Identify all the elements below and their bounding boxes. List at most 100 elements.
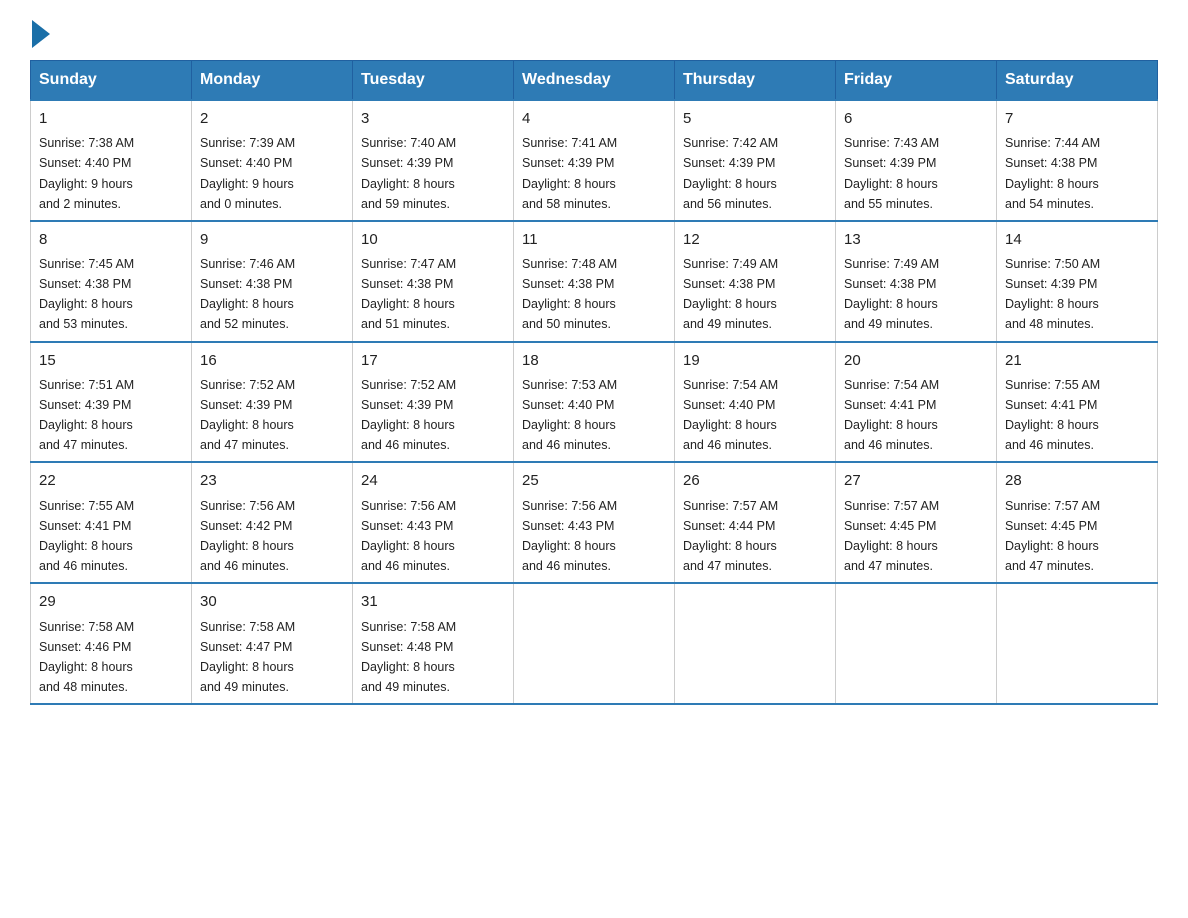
- calendar-cell: 8 Sunrise: 7:45 AMSunset: 4:38 PMDaylight…: [31, 221, 192, 342]
- day-number: 8: [39, 228, 183, 251]
- page-header: [30, 20, 1158, 48]
- day-number: 18: [522, 349, 666, 372]
- day-number: 2: [200, 107, 344, 130]
- calendar-cell: 14 Sunrise: 7:50 AMSunset: 4:39 PMDayligh…: [997, 221, 1158, 342]
- calendar-cell: 30Sunrise: 7:58 AMSunset: 4:47 PMDayligh…: [192, 583, 353, 704]
- day-info: Sunrise: 7:46 AMSunset: 4:38 PMDaylight:…: [200, 257, 295, 331]
- day-info: Sunrise: 7:38 AMSunset: 4:40 PMDaylight:…: [39, 136, 134, 210]
- day-number: 11: [522, 228, 666, 251]
- column-header-friday: Friday: [836, 61, 997, 101]
- calendar-cell: 11 Sunrise: 7:48 AMSunset: 4:38 PMDayligh…: [514, 221, 675, 342]
- day-number: 15: [39, 349, 183, 372]
- day-number: 12: [683, 228, 827, 251]
- day-number: 29: [39, 590, 183, 613]
- calendar-cell: 20 Sunrise: 7:54 AMSunset: 4:41 PMDayligh…: [836, 342, 997, 463]
- calendar-cell: 3 Sunrise: 7:40 AMSunset: 4:39 PMDaylight…: [353, 100, 514, 221]
- day-number: 16: [200, 349, 344, 372]
- day-info: Sunrise: 7:55 AMSunset: 4:41 PMDaylight:…: [1005, 378, 1100, 452]
- calendar-cell: 31 Sunrise: 7:58 AMSunset: 4:48 PMDayligh…: [353, 583, 514, 704]
- day-info: Sunrise: 7:52 AMSunset: 4:39 PMDaylight:…: [361, 378, 456, 452]
- calendar-cell: 1 Sunrise: 7:38 AMSunset: 4:40 PMDaylight…: [31, 100, 192, 221]
- calendar-week-row: 8 Sunrise: 7:45 AMSunset: 4:38 PMDaylight…: [31, 221, 1158, 342]
- calendar-cell: 4 Sunrise: 7:41 AMSunset: 4:39 PMDaylight…: [514, 100, 675, 221]
- day-info: Sunrise: 7:51 AMSunset: 4:39 PMDaylight:…: [39, 378, 134, 452]
- day-info: Sunrise: 7:56 AMSunset: 4:42 PMDaylight:…: [200, 499, 295, 573]
- calendar-cell: 17Sunrise: 7:52 AMSunset: 4:39 PMDayligh…: [353, 342, 514, 463]
- day-info: Sunrise: 7:47 AMSunset: 4:38 PMDaylight:…: [361, 257, 456, 331]
- column-header-saturday: Saturday: [997, 61, 1158, 101]
- day-info: Sunrise: 7:50 AMSunset: 4:39 PMDaylight:…: [1005, 257, 1100, 331]
- calendar-header-row: SundayMondayTuesdayWednesdayThursdayFrid…: [31, 61, 1158, 101]
- column-header-thursday: Thursday: [675, 61, 836, 101]
- calendar-cell: 12 Sunrise: 7:49 AMSunset: 4:38 PMDayligh…: [675, 221, 836, 342]
- calendar-cell: 2 Sunrise: 7:39 AMSunset: 4:40 PMDaylight…: [192, 100, 353, 221]
- day-info: Sunrise: 7:41 AMSunset: 4:39 PMDaylight:…: [522, 136, 617, 210]
- column-header-wednesday: Wednesday: [514, 61, 675, 101]
- day-info: Sunrise: 7:43 AMSunset: 4:39 PMDaylight:…: [844, 136, 939, 210]
- calendar-cell: 9 Sunrise: 7:46 AMSunset: 4:38 PMDaylight…: [192, 221, 353, 342]
- calendar-cell: 28Sunrise: 7:57 AMSunset: 4:45 PMDayligh…: [997, 462, 1158, 583]
- calendar-cell: 15 Sunrise: 7:51 AMSunset: 4:39 PMDayligh…: [31, 342, 192, 463]
- day-info: Sunrise: 7:56 AMSunset: 4:43 PMDaylight:…: [361, 499, 456, 573]
- calendar-week-row: 22 Sunrise: 7:55 AMSunset: 4:41 PMDayligh…: [31, 462, 1158, 583]
- day-number: 21: [1005, 349, 1149, 372]
- calendar-cell: [675, 583, 836, 704]
- day-number: 28: [1005, 469, 1149, 492]
- day-info: Sunrise: 7:40 AMSunset: 4:39 PMDaylight:…: [361, 136, 456, 210]
- day-number: 1: [39, 107, 183, 130]
- calendar-cell: 26Sunrise: 7:57 AMSunset: 4:44 PMDayligh…: [675, 462, 836, 583]
- day-info: Sunrise: 7:45 AMSunset: 4:38 PMDaylight:…: [39, 257, 134, 331]
- calendar-cell: 27 Sunrise: 7:57 AMSunset: 4:45 PMDayligh…: [836, 462, 997, 583]
- day-info: Sunrise: 7:49 AMSunset: 4:38 PMDaylight:…: [683, 257, 778, 331]
- day-info: Sunrise: 7:42 AMSunset: 4:39 PMDaylight:…: [683, 136, 778, 210]
- day-info: Sunrise: 7:58 AMSunset: 4:48 PMDaylight:…: [361, 620, 456, 694]
- day-info: Sunrise: 7:54 AMSunset: 4:40 PMDaylight:…: [683, 378, 778, 452]
- day-number: 14: [1005, 228, 1149, 251]
- calendar-cell: 13 Sunrise: 7:49 AMSunset: 4:38 PMDayligh…: [836, 221, 997, 342]
- day-number: 20: [844, 349, 988, 372]
- day-info: Sunrise: 7:56 AMSunset: 4:43 PMDaylight:…: [522, 499, 617, 573]
- day-number: 30: [200, 590, 344, 613]
- calendar-cell: 7 Sunrise: 7:44 AMSunset: 4:38 PMDaylight…: [997, 100, 1158, 221]
- day-info: Sunrise: 7:54 AMSunset: 4:41 PMDaylight:…: [844, 378, 939, 452]
- day-info: Sunrise: 7:39 AMSunset: 4:40 PMDaylight:…: [200, 136, 295, 210]
- calendar-cell: 25 Sunrise: 7:56 AMSunset: 4:43 PMDayligh…: [514, 462, 675, 583]
- day-number: 4: [522, 107, 666, 130]
- day-number: 10: [361, 228, 505, 251]
- column-header-monday: Monday: [192, 61, 353, 101]
- day-number: 25: [522, 469, 666, 492]
- day-info: Sunrise: 7:58 AMSunset: 4:46 PMDaylight:…: [39, 620, 134, 694]
- calendar-cell: 16 Sunrise: 7:52 AMSunset: 4:39 PMDayligh…: [192, 342, 353, 463]
- day-number: 13: [844, 228, 988, 251]
- column-header-sunday: Sunday: [31, 61, 192, 101]
- day-number: 22: [39, 469, 183, 492]
- day-info: Sunrise: 7:57 AMSunset: 4:45 PMDaylight:…: [844, 499, 939, 573]
- day-info: Sunrise: 7:49 AMSunset: 4:38 PMDaylight:…: [844, 257, 939, 331]
- day-number: 9: [200, 228, 344, 251]
- calendar-week-row: 1 Sunrise: 7:38 AMSunset: 4:40 PMDaylight…: [31, 100, 1158, 221]
- calendar-cell: 6Sunrise: 7:43 AMSunset: 4:39 PMDaylight…: [836, 100, 997, 221]
- day-number: 3: [361, 107, 505, 130]
- calendar-week-row: 15 Sunrise: 7:51 AMSunset: 4:39 PMDayligh…: [31, 342, 1158, 463]
- day-number: 7: [1005, 107, 1149, 130]
- day-number: 26: [683, 469, 827, 492]
- day-number: 27: [844, 469, 988, 492]
- column-header-tuesday: Tuesday: [353, 61, 514, 101]
- day-info: Sunrise: 7:44 AMSunset: 4:38 PMDaylight:…: [1005, 136, 1100, 210]
- logo: [30, 20, 52, 48]
- day-number: 19: [683, 349, 827, 372]
- day-number: 24: [361, 469, 505, 492]
- calendar-table: SundayMondayTuesdayWednesdayThursdayFrid…: [30, 60, 1158, 705]
- calendar-cell: [997, 583, 1158, 704]
- day-number: 23: [200, 469, 344, 492]
- calendar-cell: 23 Sunrise: 7:56 AMSunset: 4:42 PMDayligh…: [192, 462, 353, 583]
- calendar-cell: 21 Sunrise: 7:55 AMSunset: 4:41 PMDayligh…: [997, 342, 1158, 463]
- day-number: 5: [683, 107, 827, 130]
- calendar-cell: [514, 583, 675, 704]
- calendar-cell: [836, 583, 997, 704]
- day-info: Sunrise: 7:48 AMSunset: 4:38 PMDaylight:…: [522, 257, 617, 331]
- day-info: Sunrise: 7:52 AMSunset: 4:39 PMDaylight:…: [200, 378, 295, 452]
- calendar-cell: 29 Sunrise: 7:58 AMSunset: 4:46 PMDayligh…: [31, 583, 192, 704]
- day-info: Sunrise: 7:55 AMSunset: 4:41 PMDaylight:…: [39, 499, 134, 573]
- day-number: 31: [361, 590, 505, 613]
